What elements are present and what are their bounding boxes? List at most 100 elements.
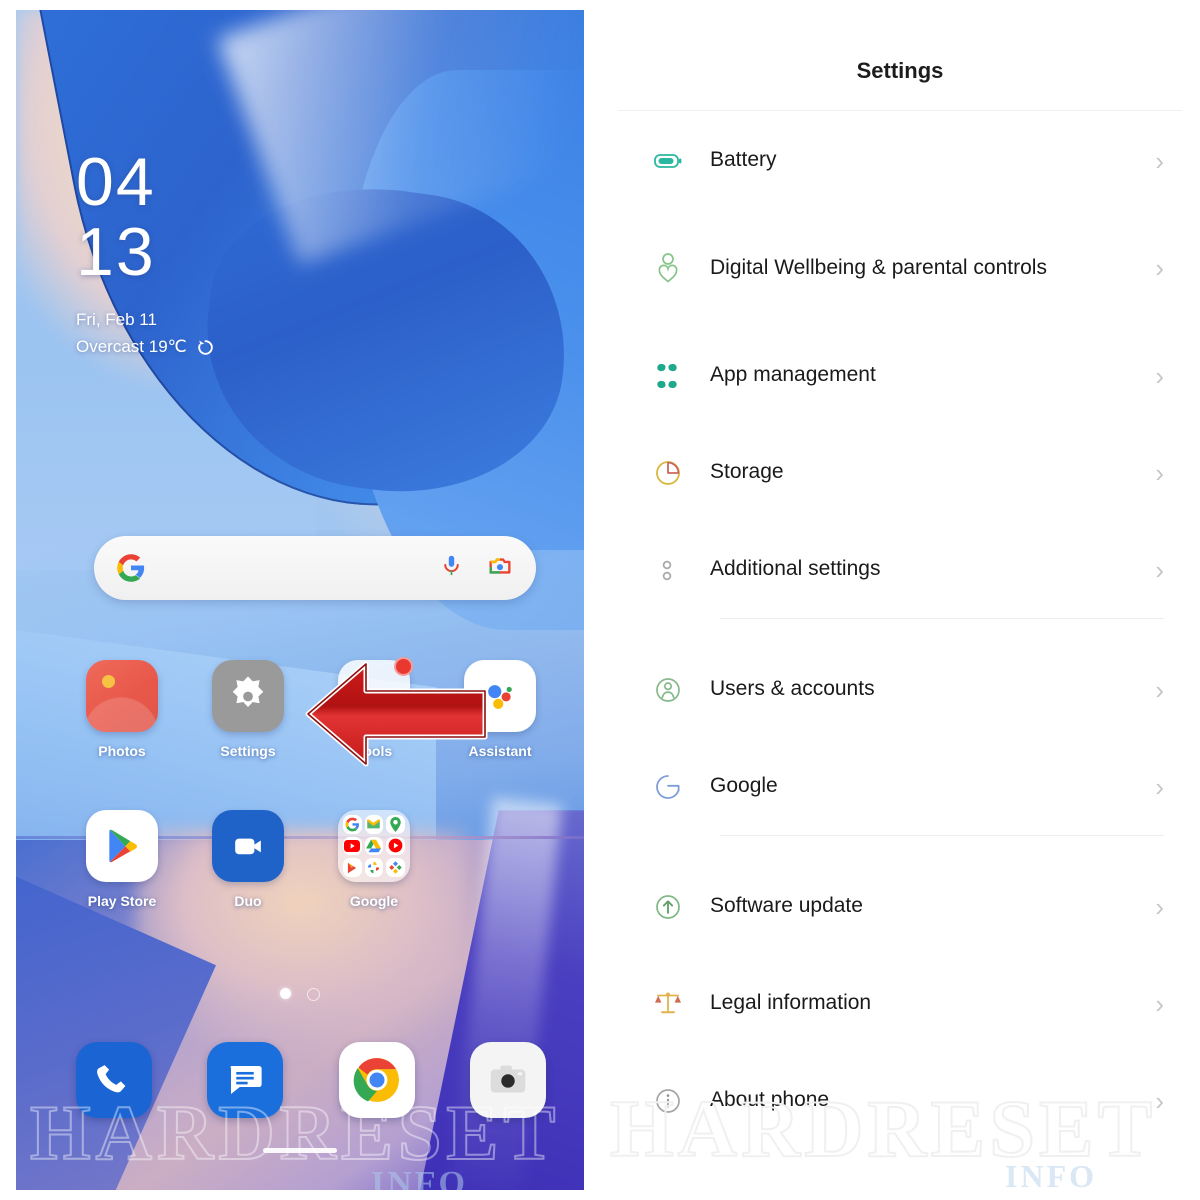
notification-badge [394, 657, 413, 676]
phone-icon[interactable] [76, 1042, 152, 1118]
app-label: Google [349, 893, 399, 909]
settings-item-app-management[interactable]: App management › [600, 327, 1200, 424]
folder-mini-icon-yt-music [386, 836, 405, 856]
group-gap [600, 619, 1200, 641]
app-label: Photos [98, 743, 146, 759]
google-lens-camera-icon[interactable] [486, 552, 514, 585]
app-label: Tools [355, 743, 393, 759]
weather-widget[interactable]: Overcast 19℃ [76, 337, 215, 357]
folder-mini-icon-files [386, 858, 405, 877]
app-label: Settings [220, 743, 276, 759]
phone-home-screen: 04 13 Fri, Feb 11 Overcast 19℃ Photos Se… [0, 0, 600, 1200]
digital-wellbeing-icon [652, 251, 704, 285]
page-dot-inactive[interactable] [307, 988, 320, 1001]
page-title: Settings [856, 58, 944, 83]
app-icon-google-folder[interactable]: Google [328, 810, 420, 909]
settings-item-additional-settings[interactable]: Additional settings › [600, 521, 1200, 618]
settings-item-software-update[interactable]: Software update › [600, 858, 1200, 955]
settings-item-battery[interactable]: Battery › [600, 112, 1200, 209]
chevron-right-icon: › [1155, 253, 1164, 283]
chevron-right-icon: › [1155, 771, 1164, 802]
watermark-info: INFO [1005, 1158, 1097, 1194]
home-gesture-bar[interactable] [263, 1148, 337, 1153]
app-label: Play Store [87, 893, 157, 909]
clock-widget[interactable]: 04 13 Fri, Feb 11 Overcast 19℃ [76, 144, 215, 357]
google-icon [652, 771, 704, 803]
phone-wallpaper-area: 04 13 Fri, Feb 11 Overcast 19℃ Photos Se… [16, 10, 584, 1190]
folder-mini-icon-maps [386, 815, 405, 834]
chevron-right-icon: › [1155, 145, 1164, 176]
chevron-right-icon: › [1155, 1085, 1164, 1116]
dual-screenshot-container: 04 13 Fri, Feb 11 Overcast 19℃ Photos Se… [0, 0, 1200, 1200]
chevron-right-icon: › [1155, 457, 1164, 488]
folder-mini-icon-drive [364, 836, 384, 856]
app-icon-play-store[interactable]: Play Store [76, 810, 168, 909]
google-search-bar[interactable] [94, 536, 536, 600]
title-divider [618, 110, 1182, 111]
clock-minutes: 13 [76, 214, 156, 290]
settings-item-google[interactable]: Google › [600, 738, 1200, 835]
folder-mini-icon-play-movies [343, 858, 362, 877]
app-slot-empty [454, 810, 546, 909]
google-folder-icon [338, 810, 410, 882]
folder-mini-icon-youtube [343, 836, 362, 856]
settings-item-label: Google [710, 774, 778, 798]
settings-item-label: Digital Wellbeing & parental controls [710, 255, 1047, 279]
settings-list: Battery › Digital Wellbeing & parental c… [600, 112, 1200, 1149]
app-icon-assistant[interactable]: Assistant [454, 660, 546, 759]
settings-item-label: About phone [710, 1088, 830, 1112]
chevron-right-icon: › [1155, 891, 1164, 922]
settings-item-legal-information[interactable]: Legal information › [600, 955, 1200, 1052]
settings-item-users-accounts[interactable]: Users & accounts › [600, 641, 1200, 738]
google-duo-icon [212, 810, 284, 882]
settings-item-label: Users & accounts [710, 677, 875, 701]
group-gap [600, 836, 1200, 858]
refresh-icon[interactable] [196, 338, 215, 357]
folder-mini-icon-google [343, 815, 362, 834]
google-photos-icon [86, 660, 158, 732]
folder-app-grid [343, 815, 405, 877]
chevron-right-icon: › [1155, 554, 1164, 585]
chevron-right-icon: › [1155, 988, 1164, 1019]
app-icon-settings[interactable]: Settings [202, 660, 294, 759]
users-accounts-icon [652, 674, 704, 706]
google-assistant-icon [464, 660, 536, 732]
chevron-right-icon: › [1155, 360, 1164, 391]
settings-item-label: Legal information [710, 991, 872, 1015]
microphone-icon[interactable] [439, 553, 464, 583]
app-row-2: Play Store Duo Google [76, 810, 546, 909]
about-phone-icon [652, 1085, 704, 1117]
chevron-right-icon: › [1155, 674, 1164, 705]
settings-gear-icon [212, 660, 284, 732]
settings-item-digital-wellbeing[interactable]: Digital Wellbeing & parental controls › [600, 209, 1200, 327]
settings-item-label: Additional settings [710, 557, 881, 581]
legal-scales-icon [652, 988, 704, 1020]
clock-date: Fri, Feb 11 [76, 310, 157, 329]
tools-folder-icon [338, 657, 413, 732]
google-play-icon [86, 810, 158, 882]
software-update-icon [652, 891, 704, 923]
app-icon-photos[interactable]: Photos [76, 660, 168, 759]
settings-item-label: Software update [710, 894, 863, 918]
weather-text: Overcast 19℃ [76, 337, 187, 356]
storage-icon [652, 457, 704, 489]
settings-item-storage[interactable]: Storage › [600, 424, 1200, 521]
camera-icon[interactable] [469, 1042, 546, 1118]
folder-mini-icon-photos [364, 858, 384, 877]
page-indicator[interactable] [16, 988, 584, 1001]
settings-item-about-phone[interactable]: About phone › [600, 1052, 1200, 1149]
folder-mini-icon-gmail [364, 815, 384, 834]
photos-dot [102, 675, 115, 688]
dock [76, 1042, 546, 1118]
clock-hours: 04 [76, 144, 156, 220]
app-icon-duo[interactable]: Duo [202, 810, 294, 909]
page-dot-active[interactable] [280, 988, 291, 999]
app-icon-tools[interactable]: Tools [328, 657, 420, 759]
messages-icon[interactable] [207, 1042, 284, 1118]
app-management-icon [652, 361, 704, 391]
settings-item-label: App management [710, 363, 876, 387]
app-row-1: Photos Settings Tools Assistant [76, 657, 546, 759]
app-label: Duo [234, 893, 262, 909]
additional-settings-icon [652, 554, 704, 586]
chrome-icon[interactable] [338, 1042, 415, 1118]
